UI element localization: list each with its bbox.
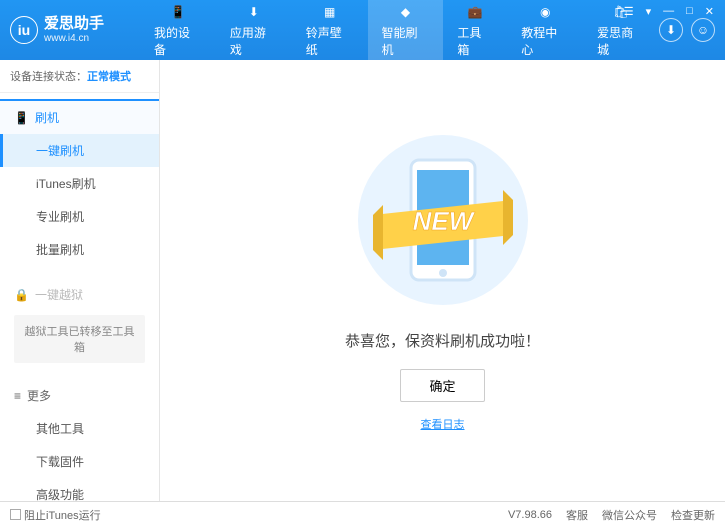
app-name: 爱思助手 bbox=[44, 15, 104, 33]
nav-ringtone[interactable]: ▦铃声壁纸 bbox=[292, 0, 368, 66]
download-icon[interactable]: ⬇ bbox=[659, 18, 683, 42]
app-url: www.i4.cn bbox=[44, 33, 104, 45]
toolbox-icon: 💼 bbox=[465, 3, 485, 21]
tutorial-icon: ◉ bbox=[535, 3, 555, 21]
device-icon: 📱 bbox=[168, 3, 188, 21]
skin-icon[interactable]: ▾ bbox=[643, 4, 655, 19]
ok-button[interactable]: 确定 bbox=[400, 369, 484, 402]
link-update[interactable]: 检查更新 bbox=[671, 507, 715, 523]
success-message: 恭喜您，保资料刷机成功啦！ bbox=[345, 330, 540, 351]
minimize-icon[interactable]: — bbox=[660, 4, 677, 19]
section-jailbreak: 🔒一键越狱 bbox=[0, 278, 159, 311]
link-wechat[interactable]: 微信公众号 bbox=[602, 507, 657, 523]
success-illustration: NEW bbox=[353, 130, 533, 310]
user-icon[interactable]: ☺ bbox=[691, 18, 715, 42]
svg-text:NEW: NEW bbox=[412, 206, 475, 236]
nav-apps[interactable]: ⬇应用游戏 bbox=[216, 0, 292, 66]
sidebar-item-pro[interactable]: 专业刷机 bbox=[0, 200, 159, 233]
nav-toolbox[interactable]: 💼工具箱 bbox=[443, 0, 507, 66]
theme-icon[interactable]: ☰ bbox=[621, 4, 637, 19]
logo: iu 爱思助手 www.i4.cn bbox=[10, 15, 140, 45]
sidebar-item-itunes[interactable]: iTunes刷机 bbox=[0, 167, 159, 200]
maximize-icon[interactable]: □ bbox=[683, 4, 696, 19]
nav-tutorial[interactable]: ◉教程中心 bbox=[507, 0, 583, 66]
menu-icon: ≡ bbox=[14, 389, 21, 403]
sidebar: 设备连接状态：正常模式 📱刷机 一键刷机 iTunes刷机 专业刷机 批量刷机 … bbox=[0, 60, 160, 501]
view-log-link[interactable]: 查看日志 bbox=[421, 416, 465, 432]
footer: 阻止iTunes运行 V7.98.66 客服 微信公众号 检查更新 bbox=[0, 501, 725, 527]
version-label: V7.98.66 bbox=[508, 509, 552, 521]
apps-icon: ⬇ bbox=[244, 3, 264, 21]
section-more[interactable]: ≡更多 bbox=[0, 379, 159, 412]
jailbreak-note: 越狱工具已转移至工具箱 bbox=[14, 315, 145, 363]
ringtone-icon: ▦ bbox=[320, 3, 340, 21]
checkbox-stop-itunes[interactable]: 阻止iTunes运行 bbox=[10, 507, 101, 523]
connection-status: 设备连接状态：正常模式 bbox=[0, 60, 159, 93]
top-header: iu 爱思助手 www.i4.cn 📱我的设备 ⬇应用游戏 ▦铃声壁纸 ◆智能刷… bbox=[0, 0, 725, 60]
link-support[interactable]: 客服 bbox=[566, 507, 588, 523]
sidebar-item-firmware[interactable]: 下载固件 bbox=[0, 445, 159, 478]
nav-my-device[interactable]: 📱我的设备 bbox=[140, 0, 216, 66]
phone-icon: 📱 bbox=[14, 111, 29, 125]
sidebar-item-other[interactable]: 其他工具 bbox=[0, 412, 159, 445]
nav-flash[interactable]: ◆智能刷机 bbox=[368, 0, 444, 66]
sidebar-item-advanced[interactable]: 高级功能 bbox=[0, 478, 159, 501]
flash-icon: ◆ bbox=[395, 3, 415, 21]
close-icon[interactable]: ✕ bbox=[702, 4, 717, 19]
main-content: NEW 恭喜您，保资料刷机成功啦！ 确定 查看日志 bbox=[160, 60, 725, 501]
section-flash[interactable]: 📱刷机 bbox=[0, 99, 159, 134]
sidebar-item-oneclick[interactable]: 一键刷机 bbox=[0, 134, 159, 167]
sidebar-item-batch[interactable]: 批量刷机 bbox=[0, 233, 159, 266]
logo-icon: iu bbox=[10, 16, 38, 44]
lock-icon: 🔒 bbox=[14, 288, 29, 302]
